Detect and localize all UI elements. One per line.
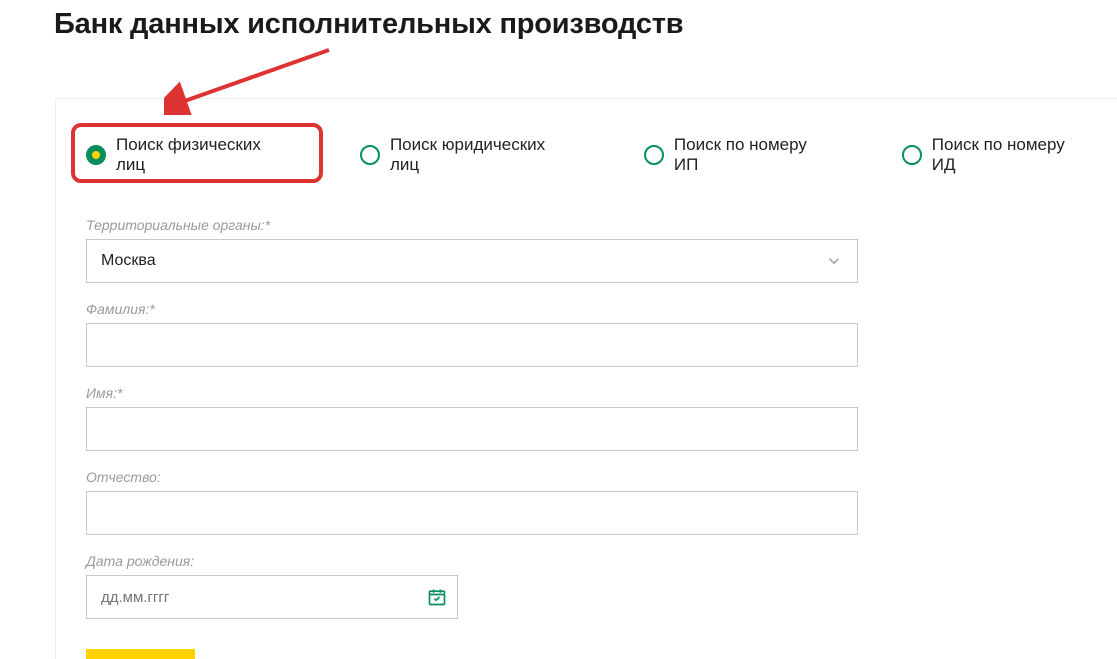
patronymic-input[interactable]: [87, 492, 857, 534]
tab-legal-entities[interactable]: Поиск юридических лиц: [360, 135, 572, 175]
patronymic-field[interactable]: [86, 491, 858, 535]
tab-label: Поиск по номеру ИП: [674, 135, 830, 175]
submit-button[interactable]: НАЙТИ: [86, 649, 195, 659]
dob-input[interactable]: [87, 576, 457, 618]
tab-ip-number[interactable]: Поиск по номеру ИП: [644, 135, 830, 175]
tab-label: Поиск физических лиц: [116, 135, 288, 175]
name-input[interactable]: [87, 408, 857, 450]
patronymic-group: Отчество:: [86, 469, 1087, 535]
radio-icon: [360, 145, 380, 165]
calendar-icon: [427, 587, 447, 607]
name-field[interactable]: [86, 407, 858, 451]
tab-label: Поиск юридических лиц: [390, 135, 572, 175]
territory-select[interactable]: Москва: [86, 239, 858, 283]
radio-icon: [644, 145, 664, 165]
territory-value: Москва: [87, 252, 170, 270]
tab-label: Поиск по номеру ИД: [932, 135, 1087, 175]
search-type-tabs: Поиск физических лиц Поиск юридических л…: [86, 135, 1087, 175]
surname-label: Фамилия:*: [86, 301, 1087, 317]
surname-field[interactable]: [86, 323, 858, 367]
territory-label: Территориальные органы:*: [86, 217, 1087, 233]
patronymic-label: Отчество:: [86, 469, 1087, 485]
surname-input[interactable]: [87, 324, 857, 366]
dob-group: Дата рождения:: [86, 553, 1087, 619]
tab-individuals[interactable]: Поиск физических лиц: [86, 135, 288, 175]
search-card: Поиск физических лиц Поиск юридических л…: [55, 98, 1117, 659]
name-group: Имя:*: [86, 385, 1087, 451]
territory-group: Территориальные органы:* Москва: [86, 217, 1087, 283]
radio-icon: [902, 145, 922, 165]
search-form: Территориальные органы:* Москва Фамилия:…: [86, 217, 1087, 659]
dob-field[interactable]: [86, 575, 458, 619]
dob-label: Дата рождения:: [86, 553, 1087, 569]
surname-group: Фамилия:*: [86, 301, 1087, 367]
radio-checked-icon: [86, 145, 106, 165]
tab-id-number[interactable]: Поиск по номеру ИД: [902, 135, 1087, 175]
page-title: Банк данных исполнительных производств: [54, 8, 1117, 41]
chevron-down-icon: [825, 252, 843, 270]
name-label: Имя:*: [86, 385, 1087, 401]
